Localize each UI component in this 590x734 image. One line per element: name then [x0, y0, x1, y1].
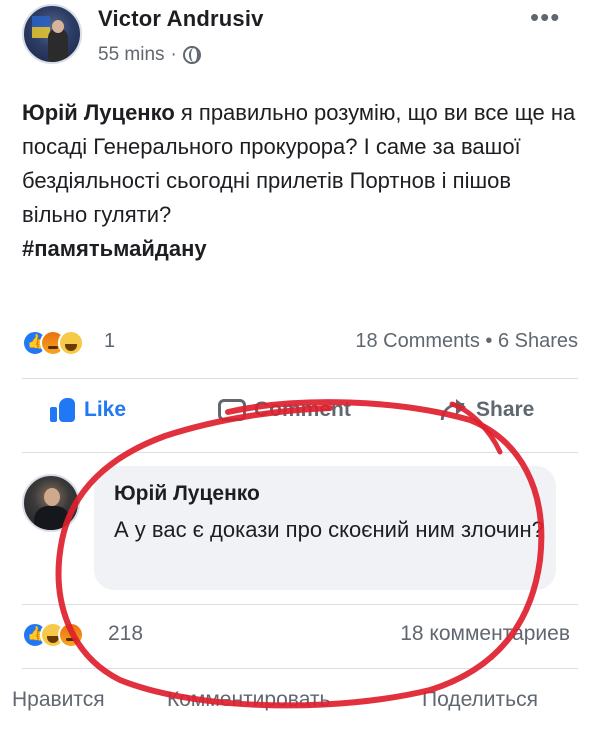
post-action-bar: Like Comment Share [22, 398, 578, 438]
meta-separator: · [170, 44, 177, 65]
angry-reaction-icon [58, 622, 84, 648]
globe-icon [182, 46, 201, 64]
post-reactions-summary: 1 18 Comments • 6 Shares [22, 330, 578, 360]
comment-label: Comment [254, 398, 351, 421]
reaction-icons[interactable] [22, 622, 84, 648]
comment-reactions-summary: 218 18 комментариев [22, 622, 578, 652]
comment-icon [218, 399, 246, 421]
comment-text: А у вас є докази про скоєний ним злочин? [114, 517, 544, 542]
divider [22, 604, 578, 605]
hashtag-link[interactable]: #памятьмайдану [22, 232, 578, 266]
like-button-ru[interactable]: Нравится [12, 688, 105, 712]
more-options-icon[interactable]: ••• [530, 4, 560, 30]
reaction-count[interactable]: 1 [104, 330, 115, 353]
post-header: Victor Andrusiv 55 mins · ••• [0, 0, 590, 80]
like-label: Like [84, 398, 127, 421]
post-timestamp[interactable]: 55 mins [98, 44, 165, 66]
comment-button-ru[interactable]: Комментировать [167, 688, 330, 712]
reaction-count[interactable]: 218 [108, 622, 143, 646]
author-avatar[interactable] [22, 4, 82, 64]
share-label: Share [476, 398, 535, 421]
comments-count[interactable]: 18 комментариев [400, 622, 570, 646]
thumbs-up-icon [50, 398, 76, 422]
commenter-avatar[interactable] [22, 474, 80, 532]
comment-bubble: Юрій Луценко А у вас є докази про скоєни… [94, 466, 556, 590]
share-button-ru[interactable]: Поделиться [422, 688, 538, 712]
share-button[interactable]: Share [440, 398, 534, 422]
mention-link[interactable]: Юрій Луценко [22, 100, 175, 125]
post-meta: 55 mins · [98, 44, 201, 66]
share-icon [440, 399, 468, 421]
comment-button[interactable]: Comment [218, 398, 351, 422]
comments-shares-count[interactable]: 18 Comments • 6 Shares [355, 330, 578, 353]
post-text: Юрій Луценко я правильно розумію, що ви … [22, 96, 578, 266]
footer-action-bar: Нравится Комментировать Поделиться [12, 688, 582, 724]
like-button[interactable]: Like [50, 398, 126, 422]
haha-reaction-icon [58, 330, 84, 356]
comment-author-name[interactable]: Юрій Луценко [114, 482, 260, 506]
divider [22, 668, 578, 669]
post-author-name[interactable]: Victor Andrusiv [98, 6, 264, 32]
reaction-icons[interactable] [22, 330, 84, 356]
divider [22, 378, 578, 379]
divider [22, 452, 578, 453]
